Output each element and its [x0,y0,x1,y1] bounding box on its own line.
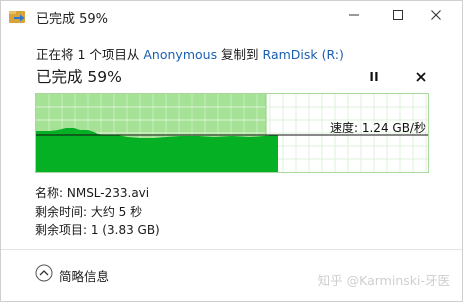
window-title: 已完成 59% [36,12,109,27]
minimize-button[interactable] [346,7,362,23]
source-link[interactable]: Anonymous [143,47,217,62]
detail-time-value: 大约 5 秒 [90,204,143,219]
detail-name-label: 名称: [35,186,67,200]
fewer-details-toggle[interactable]: 简略信息 [35,264,109,286]
title-bar: 已完成 59% [1,1,462,31]
destination-link[interactable]: RamDisk (R:) [263,47,344,62]
cancel-button[interactable] [412,67,430,85]
chevron-up-circle-icon [35,264,53,286]
detail-name-row: 名称: NMSL-233.avi [35,184,160,203]
copy-middle-text: 复制到 [217,47,263,62]
dialog-footer: 简略信息 知乎 @Karminski-牙医 [1,249,462,301]
copy-progress-dialog: 已完成 59% 正在将 1 个项目从 Anonymous 复制到 RamDisk… [0,0,463,302]
copy-prefix-text: 正在将 1 个项目从 [36,47,144,62]
progress-title: 已完成 59% [36,68,122,86]
copy-description: 正在将 1 个项目从 Anonymous 复制到 RamDisk (R:) [36,44,344,63]
watermark: 知乎 @Karminski-牙医 [317,273,450,288]
close-icon [416,67,426,86]
fewer-details-label: 简略信息 [59,268,110,284]
detail-time-label: 剩余时间: [35,204,91,219]
transfer-details: 名称: NMSL-233.avi 剩余时间: 大约 5 秒 剩余项目: 1 (3… [35,184,160,240]
detail-time-row: 剩余时间: 大约 5 秒 [35,203,160,222]
close-button[interactable] [428,7,444,23]
detail-items-row: 剩余项目: 1 (3.83 GB) [35,221,160,240]
detail-items-value: 1 (3.83 GB) [90,223,160,237]
pause-icon [369,67,379,86]
detail-name-value: NMSL-233.avi [66,186,150,200]
speed-label: 速度: 1.24 GB/秒 [330,121,426,135]
pause-button[interactable] [365,67,383,85]
detail-items-label: 剩余项目: [35,223,91,237]
copy-arrow-icon [9,9,27,23]
maximize-button[interactable] [390,7,406,23]
